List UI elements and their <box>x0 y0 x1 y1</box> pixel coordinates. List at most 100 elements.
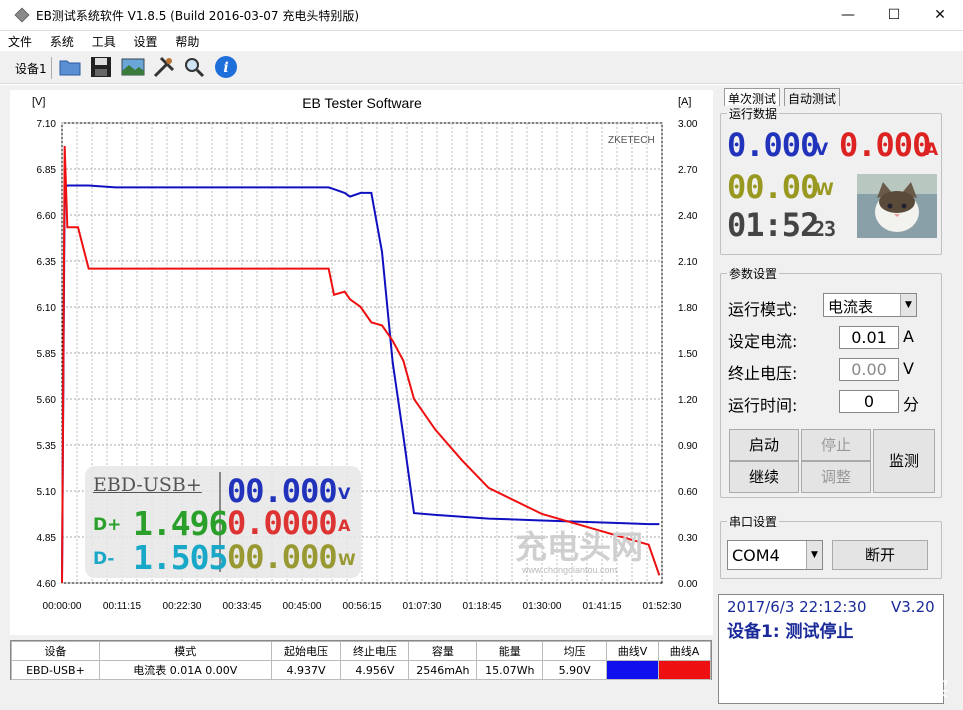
x-tick-label: 01:30:00 <box>523 601 562 612</box>
dminus-value: 1.505 <box>133 538 228 577</box>
title-bar: EB测试系统软件 V1.8.5 (Build 2016-03-07 充电头特别版… <box>0 0 963 31</box>
close-button[interactable]: ✕ <box>917 0 963 31</box>
y-tick-label: 5.35 <box>37 441 57 452</box>
tab-single-test[interactable]: 单次测试 <box>724 88 781 106</box>
open-folder-icon[interactable] <box>58 55 82 79</box>
continue-button[interactable]: 继续 <box>729 461 799 493</box>
col-start-voltage: 起始电压 <box>270 641 342 661</box>
col-avg-voltage: 均压 <box>542 641 608 661</box>
status-message: 设备1: 测试停止 <box>727 622 854 642</box>
y2-tick-label: 1.20 <box>678 395 698 406</box>
params-title: 参数设置 <box>727 265 780 282</box>
y-tick-label: 6.35 <box>37 257 57 268</box>
x-tick-label: 00:56:15 <box>343 601 382 612</box>
y-tick-label: 4.85 <box>37 533 57 544</box>
run-data-title: 运行数据 <box>727 105 780 122</box>
menu-file[interactable]: 文件 <box>0 31 38 50</box>
tools-icon[interactable] <box>152 55 176 79</box>
x-tick-label: 01:18:45 <box>463 601 502 612</box>
chart-title: EB Tester Software <box>302 95 422 111</box>
site-watermark: 值 什么值得买 <box>822 677 949 701</box>
set-current-input[interactable]: 0.01 <box>839 326 899 349</box>
table-row[interactable]: EBD-USB+ 电流表 0.01A 0.00V 4.937V 4.956V 2… <box>11 660 711 680</box>
y-tick-label: 6.85 <box>37 165 57 176</box>
cell-end-voltage: 4.956V <box>340 660 410 680</box>
cell-avg-voltage: 5.90V <box>542 660 608 680</box>
mode-select[interactable]: 电流表 ▼ <box>823 293 917 317</box>
overlay-device-name: EBD-USB+ <box>93 474 202 496</box>
chevron-down-icon[interactable]: ▼ <box>900 294 916 316</box>
y-tick-label: 6.10 <box>37 303 57 314</box>
tab-auto-test[interactable]: 自动测试 <box>784 88 841 106</box>
overlay-voltage-unit: V <box>338 484 351 503</box>
stop-voltage-input[interactable]: 0.00 <box>839 358 899 381</box>
device-label: 设备1 <box>15 62 47 76</box>
y-tick-label: 4.60 <box>37 579 57 590</box>
port-select[interactable]: COM4 ▼ <box>727 540 823 570</box>
mode-label: 运行模式: <box>728 300 798 319</box>
y-tick-label: 5.10 <box>37 487 57 498</box>
y2-tick-label: 0.00 <box>678 579 698 590</box>
results-table: 设备 模式 起始电压 终止电压 容量 能量 均压 曲线V 曲线A EBD-USB… <box>10 640 712 680</box>
menu-help[interactable]: 帮助 <box>167 31 205 50</box>
run-time-input[interactable]: 0 <box>839 390 899 413</box>
set-current-label: 设定电流: <box>728 332 798 351</box>
serial-title: 串口设置 <box>727 513 780 530</box>
device-overlay: EBD-USB+ D+ 1.496 D- 1.505 00.000 V 0.00… <box>85 466 361 578</box>
disconnect-button[interactable]: 断开 <box>832 540 928 570</box>
menu-settings[interactable]: 设置 <box>126 31 164 50</box>
x-tick-label: 00:45:00 <box>283 601 322 612</box>
monitor-button[interactable]: 监测 <box>873 429 935 493</box>
brand-label: ZKETECH <box>608 135 655 146</box>
x-tick-label: 00:33:45 <box>223 601 262 612</box>
col-capacity: 容量 <box>408 641 478 661</box>
watermark-text: 充电头网 <box>515 528 643 566</box>
cell-start-voltage: 4.937V <box>270 660 342 680</box>
menu-system[interactable]: 系统 <box>42 31 80 50</box>
stop-button[interactable]: 停止 <box>801 429 871 461</box>
stop-voltage-unit: V <box>903 359 914 378</box>
app-icon <box>14 7 30 23</box>
x-tick-label: 01:52:30 <box>643 601 682 612</box>
run-time-label: 运行时间: <box>728 396 798 415</box>
info-icon[interactable]: i <box>214 55 238 79</box>
table-header-row: 设备 模式 起始电压 终止电压 容量 能量 均压 曲线V 曲线A <box>11 641 711 661</box>
run-current-unit: A <box>925 140 939 160</box>
maximize-button[interactable]: ☐ <box>871 0 917 31</box>
image-icon[interactable] <box>121 55 145 79</box>
curve-a-swatch[interactable] <box>658 660 711 680</box>
curve-v-swatch[interactable] <box>606 660 660 680</box>
x-tick-label: 00:11:15 <box>103 601 142 612</box>
port-value: COM4 <box>732 546 780 565</box>
x-tick-label: 00:00:00 <box>43 601 82 612</box>
left-axis-unit: [V] <box>32 96 45 108</box>
col-curve-v: 曲线V <box>606 641 660 661</box>
set-current-unit: A <box>903 327 914 346</box>
y2-tick-label: 0.30 <box>678 533 698 544</box>
port-chevron-down-icon[interactable]: ▼ <box>806 541 822 569</box>
y2-tick-label: 0.60 <box>678 487 698 498</box>
x-tick-label: 01:41:15 <box>583 601 622 612</box>
status-datetime: 2017/6/3 22:12:30 <box>727 598 867 616</box>
y2-tick-label: 2.70 <box>678 165 698 176</box>
cell-device: EBD-USB+ <box>11 660 100 680</box>
run-voltage: 0.000 <box>727 126 819 164</box>
minimize-button[interactable]: — <box>825 0 871 31</box>
run-power: 00.00 <box>727 168 819 206</box>
stop-voltage-label: 终止电压: <box>728 364 798 383</box>
save-icon[interactable] <box>89 55 113 79</box>
run-seconds: 23 <box>813 217 836 241</box>
params-group: 参数设置 运行模式: 电流表 ▼ 设定电流: 0.01 A 终止电压: 0.00… <box>720 265 942 498</box>
search-icon[interactable] <box>182 55 206 79</box>
cell-mode: 电流表 0.01A 0.00V <box>98 660 272 680</box>
adjust-button[interactable]: 调整 <box>801 461 871 493</box>
start-button[interactable]: 启动 <box>729 429 799 461</box>
right-axis-unit: [A] <box>678 96 691 108</box>
x-tick-label: 01:07:30 <box>403 601 442 612</box>
col-curve-a: 曲线A <box>658 641 711 661</box>
cat-photo <box>857 174 937 238</box>
menu-tools[interactable]: 工具 <box>84 31 122 50</box>
overlay-current: 0.0000 <box>227 504 338 542</box>
run-current: 0.000 <box>839 126 931 164</box>
toolbar-divider <box>51 57 52 79</box>
